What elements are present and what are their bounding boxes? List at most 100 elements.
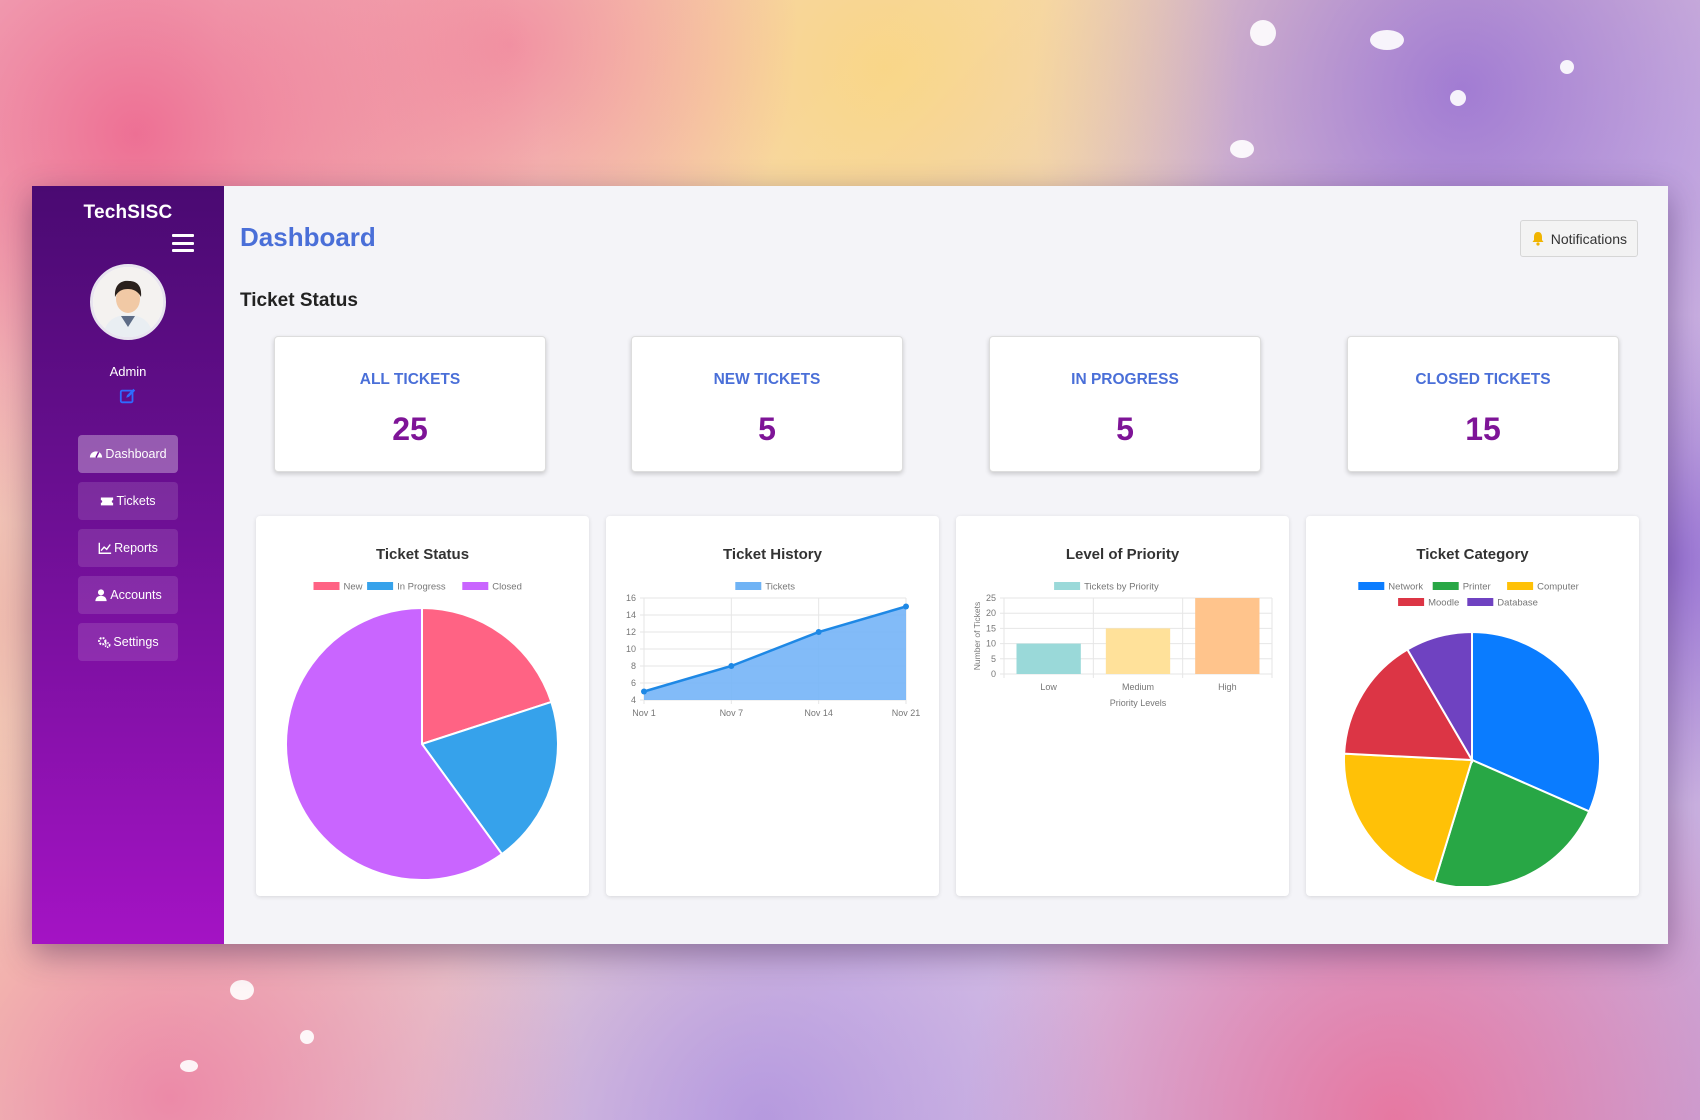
legend-label-printer: Printer	[1463, 582, 1491, 593]
y-tick-label: 14	[626, 610, 636, 620]
sidebar-item-dashboard[interactable]: Dashboard	[78, 435, 178, 473]
data-point-nov-7	[728, 663, 735, 669]
chart-title: Level of Priority	[1065, 546, 1180, 563]
chart-card-ticket-category: Ticket Category Network Printer Computer Mo…	[1306, 516, 1639, 896]
x-tick-label-low: Low	[1040, 682, 1057, 692]
stat-label: CLOSED TICKETS	[1415, 371, 1551, 388]
paint-splash	[1230, 140, 1254, 158]
stat-label: NEW TICKETS	[713, 371, 821, 388]
avatar	[90, 264, 166, 340]
y-tick-label: 8	[631, 661, 636, 671]
legend-label-tickets-by-priority: Tickets by Priority	[1084, 582, 1159, 593]
user-avatar	[93, 267, 163, 337]
chart-title: Ticket History	[723, 546, 822, 563]
legend-label-closed: Closed	[492, 582, 522, 593]
bar-high	[1195, 598, 1260, 674]
stat-value: 25	[392, 411, 428, 447]
x-tick-label-nov-1: Nov 1	[632, 708, 656, 718]
sidebar-item-tickets[interactable]: Tickets	[78, 482, 178, 520]
x-tick-label-high: High	[1218, 682, 1237, 692]
bar-low	[1016, 643, 1081, 674]
ticket-category-pie-chart: Network Printer Computer Moodle Database	[1343, 582, 1601, 886]
y-tick-label: 16	[626, 593, 636, 603]
x-tick-label-medium: Medium	[1122, 682, 1154, 692]
chart-card-level-of-priority: Level of Priority Tickets by Priority 0 5 1…	[956, 516, 1289, 896]
y-tick-label: 25	[986, 593, 996, 603]
legend-label-tickets: Tickets	[765, 582, 795, 593]
stat-card-closed-tickets[interactable]: CLOSED TICKETS 15	[1347, 336, 1619, 472]
legend-swatch	[367, 582, 394, 590]
legend-swatch	[1467, 598, 1494, 606]
sidebar-item-settings[interactable]: Settings	[78, 623, 178, 661]
data-point-nov-21	[903, 603, 909, 610]
bar-medium	[1105, 628, 1171, 674]
x-tick-label-nov-21: Nov 21	[892, 708, 921, 718]
data-point-nov-14	[815, 629, 822, 635]
stat-card-in-progress[interactable]: IN PROGRESS 5	[989, 336, 1261, 472]
y-axis-label: Number of Tickets	[972, 602, 982, 671]
paint-splash	[230, 980, 254, 1000]
paint-splash	[1560, 60, 1574, 74]
stat-value: 15	[1465, 411, 1501, 447]
legend-label-computer: Computer	[1537, 582, 1579, 593]
y-tick-label: 0	[991, 669, 996, 679]
y-tick-label: 12	[626, 627, 636, 637]
legend-swatch	[1358, 582, 1385, 590]
y-tick-label: 5	[991, 654, 996, 664]
paint-splash	[180, 1060, 198, 1072]
sidebar-nav: Dashboard Tickets Reports Accounts Setti…	[78, 435, 178, 661]
stat-card-all-tickets[interactable]: ALL TICKETS 25	[274, 336, 546, 472]
x-axis-label: Priority Levels	[1110, 698, 1167, 708]
legend-swatch	[735, 582, 762, 590]
ticket-history-area-chart: Tickets 4 6 8 10 12 14 16 Nov 1 Nov 7 Nov 14 Nov 21	[626, 582, 921, 719]
legend-label-moodle: Moodle	[1428, 598, 1459, 609]
y-tick-label: 20	[986, 608, 996, 618]
y-tick-label: 4	[631, 695, 636, 705]
stat-label: ALL TICKETS	[359, 371, 461, 388]
chart-line-icon	[98, 542, 112, 554]
area-fill	[644, 606, 906, 700]
sidebar-item-label: Settings	[113, 635, 159, 649]
sidebar-item-label: Accounts	[110, 588, 162, 602]
legend-swatch	[1398, 598, 1425, 606]
x-tick-label-nov-7: Nov 7	[720, 708, 744, 718]
ticket-status-pie-chart: New In Progress Closed	[285, 582, 559, 881]
sidebar: TechSISC Admin Dashboard Tickets Reports…	[32, 186, 224, 944]
legend-swatch	[1054, 582, 1081, 590]
ticket-icon	[101, 497, 114, 506]
brand-name: TechSISC	[83, 202, 173, 223]
hamburger-menu-icon[interactable]	[172, 234, 194, 252]
stat-value: 5	[758, 411, 776, 447]
legend-label-database: Database	[1497, 598, 1538, 609]
notifications-label: Notifications	[1550, 230, 1627, 247]
legend-swatch	[462, 582, 489, 590]
legend-swatch	[1507, 582, 1534, 590]
gears-icon	[98, 636, 111, 649]
data-point-nov-1	[641, 688, 647, 695]
page-title: Dashboard	[240, 222, 376, 252]
chart-title: Ticket Status	[375, 546, 470, 563]
gauge-icon	[90, 451, 103, 458]
stat-label: IN PROGRESS	[1071, 371, 1179, 388]
main-content: Dashboard Notifications Ticket Status AL…	[224, 186, 1668, 944]
sidebar-item-label: Reports	[114, 541, 158, 555]
stat-value: 5	[1116, 411, 1134, 447]
bell-icon	[1532, 232, 1544, 246]
chart-card-ticket-status: Ticket Status New In Progress Closed	[256, 516, 589, 896]
x-tick-label-nov-14: Nov 14	[804, 708, 833, 718]
paint-splash	[1250, 20, 1276, 46]
priority-bar-chart: Tickets by Priority 0 5 10 15 20 25 Low Medium Hi…	[972, 582, 1273, 708]
edit-icon[interactable]	[119, 387, 137, 405]
chart-card-ticket-history: Ticket History Tickets 4 6 8 10 12 14 16 Nov 1 No…	[606, 516, 939, 896]
sidebar-item-accounts[interactable]: Accounts	[78, 576, 178, 614]
paint-splash	[1450, 90, 1466, 106]
legend-label-in-progress: In Progress	[397, 582, 446, 593]
sidebar-item-label: Dashboard	[105, 447, 167, 461]
stat-card-new-tickets[interactable]: NEW TICKETS 5	[631, 336, 903, 472]
y-tick-label: 6	[631, 678, 636, 688]
user-icon	[95, 589, 107, 602]
section-title: Ticket Status	[240, 290, 358, 311]
legend-swatch	[1432, 582, 1459, 590]
sidebar-item-reports[interactable]: Reports	[78, 529, 178, 567]
notifications-button[interactable]: Notifications	[1519, 220, 1638, 257]
